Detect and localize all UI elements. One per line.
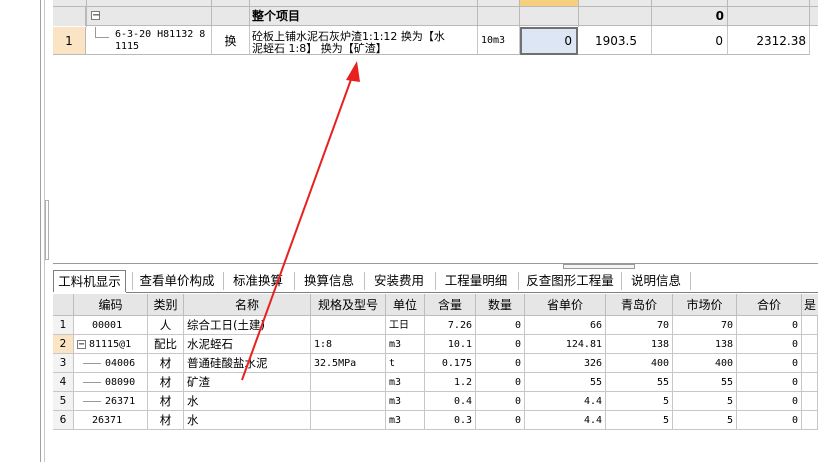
annotation-arrow [241,61,360,381]
arrow-head [346,61,360,82]
arrow-shaft [241,73,354,381]
